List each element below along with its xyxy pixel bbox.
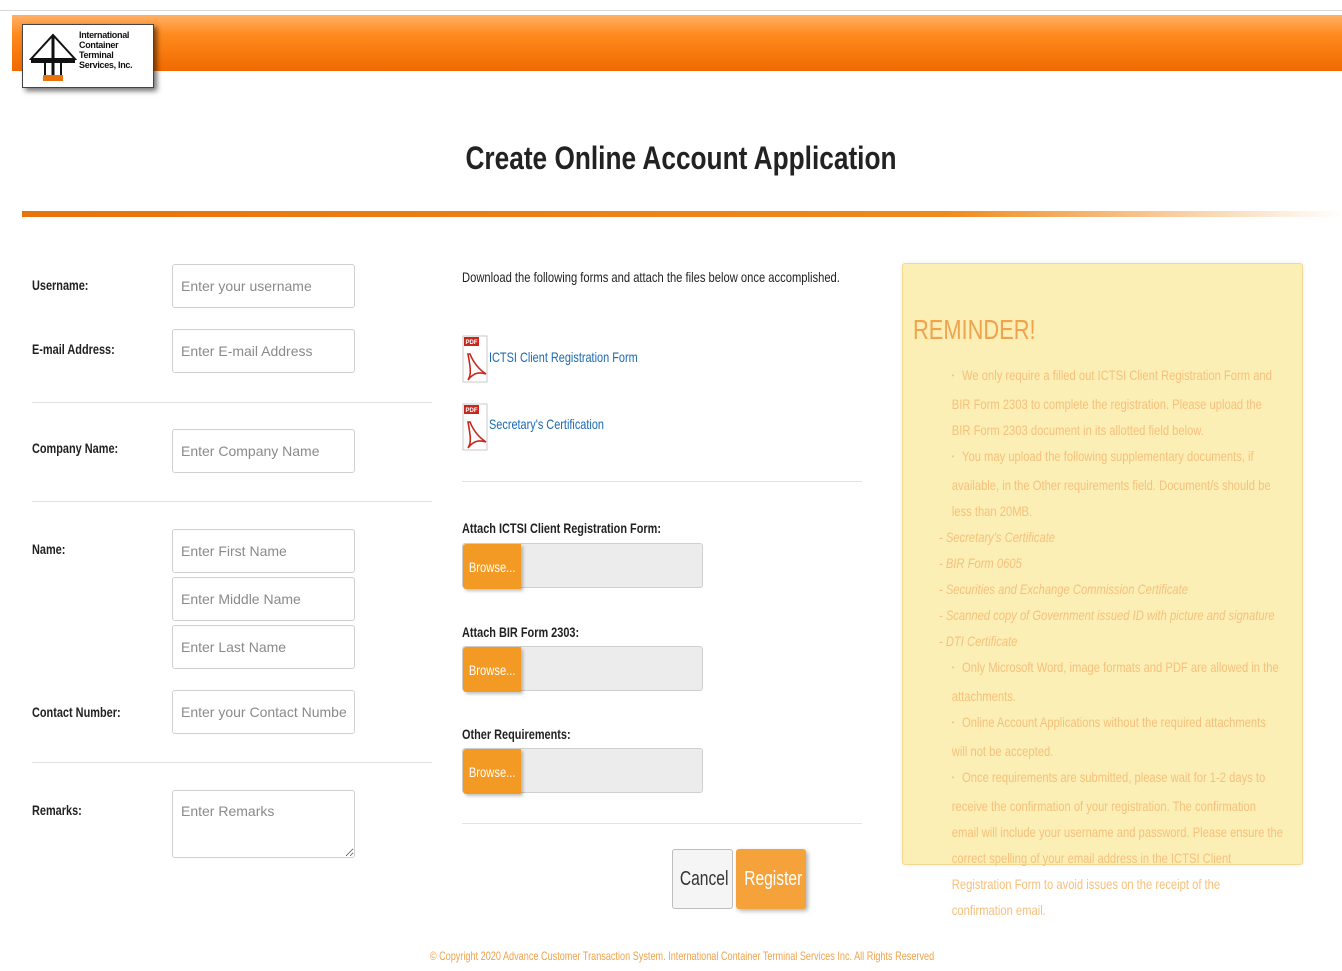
register-button[interactable]: Register bbox=[736, 849, 806, 909]
company-name-input[interactable] bbox=[172, 429, 355, 473]
name-label: Name: bbox=[32, 541, 66, 557]
reminder-body: We only require a filled out ICTSI Clien… bbox=[939, 362, 1283, 923]
reminder-item: You may upload the following supplementa… bbox=[939, 443, 1283, 524]
supplementary-document: - Securities and Exchange Commission Cer… bbox=[939, 581, 1188, 597]
last-name-input[interactable] bbox=[172, 625, 355, 669]
pdf-icon[interactable]: PDF bbox=[462, 402, 488, 452]
remarks-label: Remarks: bbox=[32, 802, 82, 818]
other-requirements-label: Other Requirements: bbox=[462, 726, 571, 742]
supplementary-document: - Secretary's Certificate bbox=[939, 529, 1056, 545]
supplementary-document: - DTI Certificate bbox=[939, 633, 1018, 649]
company-logo[interactable]: International Container Terminal Service… bbox=[22, 24, 154, 88]
form-divider bbox=[32, 762, 432, 763]
email-input[interactable] bbox=[172, 329, 355, 373]
form-divider bbox=[32, 501, 432, 502]
crane-logo-icon bbox=[29, 33, 77, 81]
browse-button[interactable]: Browse... bbox=[463, 544, 521, 589]
page-title: Create Online Account Application bbox=[465, 140, 897, 176]
reminder-item: Once requirements are submitted, please … bbox=[939, 764, 1283, 923]
company-name-label: Company Name: bbox=[32, 440, 119, 456]
section-divider bbox=[462, 481, 862, 482]
contact-number-label: Contact Number: bbox=[32, 704, 121, 720]
download-registration-form-link[interactable]: ICTSI Client Registration Form bbox=[489, 349, 638, 365]
supplementary-document: - Scanned copy of Government issued ID w… bbox=[939, 607, 1275, 623]
svg-text:PDF: PDF bbox=[466, 340, 478, 346]
title-underline bbox=[22, 211, 1342, 217]
reminder-title: REMINDER! bbox=[913, 314, 1036, 345]
browse-button[interactable]: Browse... bbox=[463, 749, 521, 794]
header-banner bbox=[12, 15, 1342, 71]
registration-file-input[interactable]: Browse... bbox=[462, 543, 703, 589]
download-secretary-certification-link[interactable]: Secretary's Certification bbox=[489, 416, 604, 432]
top-divider bbox=[0, 10, 1342, 11]
email-label: E-mail Address: bbox=[32, 341, 115, 357]
supplementary-document: - BIR Form 0605 bbox=[939, 555, 1022, 571]
form-divider bbox=[32, 402, 432, 403]
download-instructions: Download the following forms and attach … bbox=[462, 269, 840, 285]
username-label: Username: bbox=[32, 277, 89, 293]
remarks-textarea[interactable] bbox=[172, 790, 355, 858]
reminder-panel: REMINDER! We only require a filled out I… bbox=[902, 263, 1303, 918]
pdf-icon[interactable]: PDF bbox=[462, 334, 488, 384]
reminder-item: Only Microsoft Word, image formats and P… bbox=[939, 654, 1283, 709]
browse-button[interactable]: Browse... bbox=[463, 647, 521, 692]
reminder-item: Online Account Applications without the … bbox=[939, 709, 1283, 764]
logo-text: International Container Terminal Service… bbox=[79, 30, 133, 70]
attach-registration-label: Attach ICTSI Client Registration Form: bbox=[462, 520, 661, 536]
cancel-button[interactable]: Cancel bbox=[672, 849, 733, 909]
section-divider bbox=[462, 823, 862, 824]
contact-number-input[interactable] bbox=[172, 690, 355, 734]
username-input[interactable] bbox=[172, 264, 355, 308]
bir-file-input[interactable]: Browse... bbox=[462, 646, 703, 692]
attach-bir-label: Attach BIR Form 2303: bbox=[462, 624, 580, 640]
first-name-input[interactable] bbox=[172, 529, 355, 573]
svg-text:PDF: PDF bbox=[466, 408, 478, 414]
other-requirements-file-input[interactable]: Browse... bbox=[462, 748, 703, 794]
copyright-footer: © Copyright 2020 Advance Customer Transa… bbox=[429, 949, 935, 963]
middle-name-input[interactable] bbox=[172, 577, 355, 621]
reminder-item: We only require a filled out ICTSI Clien… bbox=[939, 362, 1283, 443]
